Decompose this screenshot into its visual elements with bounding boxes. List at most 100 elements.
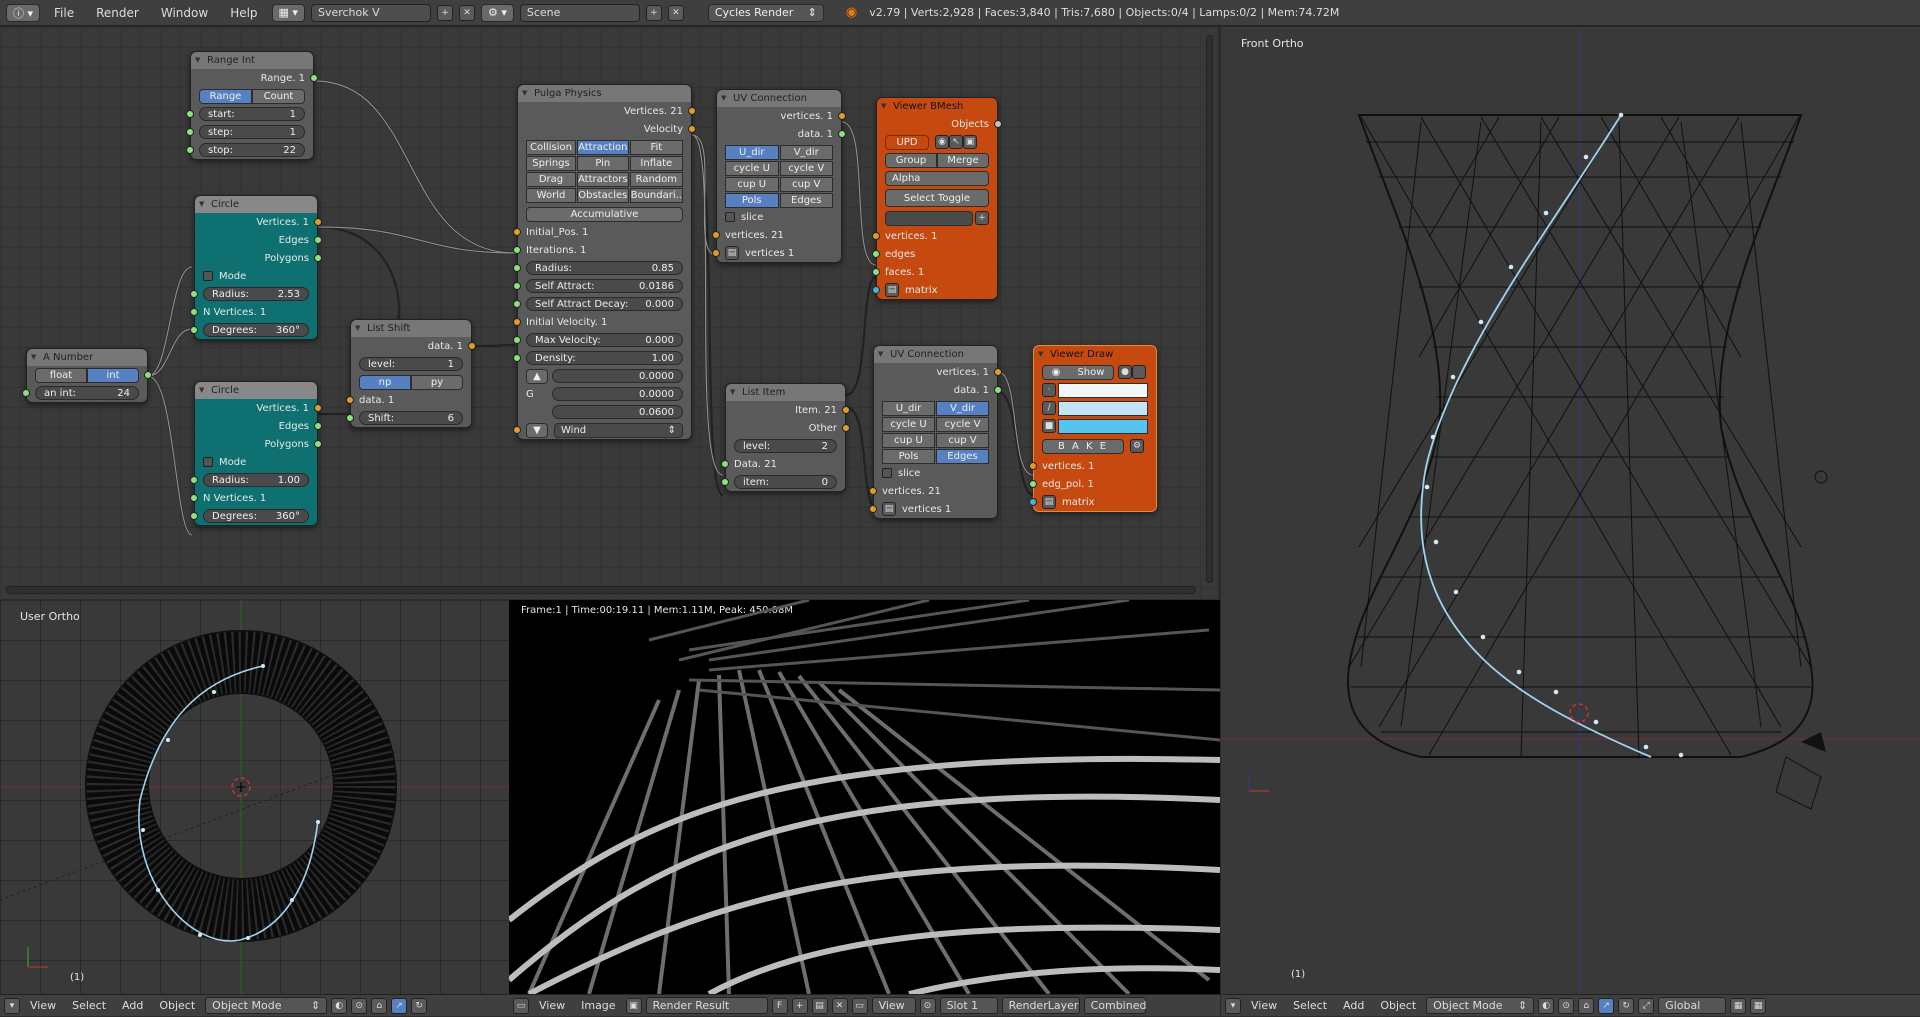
layout-icon[interactable]: ▦ ▾ [271, 3, 305, 22]
pulga-physics-node[interactable]: Pulga Physics Vertices. 21 Velocity Coll… [513, 84, 696, 440]
menu-object[interactable]: Object [153, 999, 201, 1012]
snap-icon[interactable]: ⌂ [1578, 997, 1595, 1014]
max-velocity-field[interactable]: Max Velocity: 0.000 [526, 333, 683, 347]
input-socket[interactable] [190, 326, 198, 334]
fit-toggle[interactable]: Fit [629, 140, 683, 155]
output-socket[interactable] [310, 74, 318, 82]
add-scene-icon[interactable]: + [645, 4, 662, 21]
input-socket[interactable] [190, 476, 198, 484]
np-button[interactable]: np [359, 374, 411, 390]
input-socket[interactable] [190, 512, 198, 520]
menu-select[interactable]: Select [1287, 999, 1333, 1012]
vector-z-field[interactable]: 0.0600 [552, 405, 683, 419]
close-image-icon[interactable]: ✕ [831, 997, 848, 1014]
add-layout-icon[interactable]: + [436, 4, 453, 21]
input-socket[interactable] [190, 290, 198, 298]
info-editor-button[interactable]: ⓘ ▾ [6, 3, 41, 22]
input-socket[interactable] [872, 250, 880, 258]
u-dir-button[interactable]: U_dir [725, 145, 779, 160]
attraction-toggle[interactable]: Attraction [577, 140, 629, 155]
scale-icon[interactable]: ⤢ [1638, 997, 1655, 1014]
image-browse-icon[interactable]: ▣ [625, 997, 642, 1014]
output-socket[interactable] [314, 218, 322, 226]
output-socket[interactable] [314, 422, 322, 430]
option-icon[interactable] [1132, 365, 1146, 379]
wind-select[interactable]: Wind ⇕ [554, 422, 683, 438]
image-name-field[interactable]: Render Result [645, 997, 768, 1014]
bake-button[interactable]: B A K E [1042, 438, 1124, 454]
range-mode-button[interactable]: Range [199, 88, 252, 104]
shading-icon[interactable]: ◐ [331, 997, 348, 1014]
editor-type-icon[interactable]: ▭ [513, 997, 529, 1014]
attractors-toggle[interactable]: Attractors [577, 172, 629, 187]
pivot-icon[interactable]: ⊙ [351, 997, 368, 1014]
world-toggle[interactable]: World [526, 188, 576, 203]
item-field[interactable]: item: 0 [734, 475, 837, 489]
vertex-color-swatch[interactable] [1058, 382, 1148, 398]
vector-y-field[interactable]: 0.0000 [552, 387, 683, 401]
output-socket[interactable] [842, 424, 850, 432]
input-socket[interactable] [1029, 480, 1037, 488]
input-socket[interactable] [186, 146, 194, 154]
v-dir-button[interactable]: V_dir [936, 401, 989, 416]
menu-object[interactable]: Object [1374, 999, 1422, 1012]
cup-u-button[interactable]: cup U [725, 177, 779, 192]
output-socket[interactable] [314, 254, 322, 262]
editor-type-icon[interactable]: ▾ [1225, 997, 1241, 1014]
an-int-field[interactable]: an int: 24 [35, 386, 139, 400]
alpha-field[interactable]: Alpha [885, 170, 989, 186]
screen-layout-field[interactable]: Sverchok V [310, 3, 431, 22]
input-socket[interactable] [186, 128, 194, 136]
slice-checkbox[interactable] [725, 212, 735, 222]
input-socket[interactable] [712, 249, 720, 257]
a-number-node[interactable]: A Number floatint an int:24 [22, 348, 152, 403]
random-toggle[interactable]: Random [629, 172, 683, 187]
cup-v-button[interactable]: cup V [936, 433, 989, 448]
pivot-icon[interactable]: ⊙ [1558, 997, 1575, 1014]
front-ortho-viewport[interactable]: Front Ortho (1) [1221, 27, 1920, 994]
mode-checkbox[interactable] [203, 271, 213, 281]
remove-scene-icon[interactable]: ✕ [667, 4, 684, 21]
input-socket[interactable] [1029, 462, 1037, 470]
pivot-icon[interactable]: ⊙ [919, 997, 936, 1014]
accumulative-button[interactable]: Accumulative [526, 206, 683, 222]
merge-button[interactable]: Merge [937, 152, 989, 168]
horizontal-scrollbar[interactable] [6, 586, 1196, 594]
radius-field[interactable]: Radius: 0.85 [526, 261, 683, 275]
add-icon[interactable]: + [975, 211, 989, 225]
camera-icon[interactable]: ▣ [963, 135, 977, 149]
inflate-toggle[interactable]: Inflate [629, 156, 683, 171]
menu-image[interactable]: Image [575, 999, 621, 1012]
group-button[interactable]: Group [885, 152, 937, 168]
input-socket[interactable] [346, 414, 354, 422]
output-socket[interactable] [468, 342, 476, 350]
menu-view[interactable]: View [533, 999, 571, 1012]
input-socket[interactable] [712, 231, 720, 239]
settings-icon[interactable]: ⚙ [1130, 439, 1144, 453]
output-socket[interactable] [838, 130, 846, 138]
menu-file[interactable]: File [46, 6, 82, 20]
list-item-node[interactable]: List Item Item. 21 Other level:2 Data. 2… [721, 383, 850, 492]
input-socket[interactable] [872, 232, 880, 240]
view-select[interactable]: View [871, 997, 916, 1014]
input-socket[interactable] [22, 389, 30, 397]
output-socket[interactable] [842, 406, 850, 414]
input-socket[interactable] [186, 110, 194, 118]
u-dir-button[interactable]: U_dir [882, 401, 935, 416]
input-socket[interactable] [513, 282, 521, 290]
manipulator-icon[interactable]: ↗ [391, 997, 408, 1014]
view-mode-icon[interactable]: ▭ [851, 997, 868, 1014]
input-socket[interactable] [872, 286, 880, 294]
manipulator-icon[interactable]: ↗ [1598, 997, 1615, 1014]
mode-checkbox[interactable] [203, 457, 213, 467]
list-shift-node[interactable]: List Shift data. 1 level:1 nppy data. 1 … [346, 319, 476, 428]
rotate-icon[interactable]: ↻ [411, 997, 428, 1014]
py-button[interactable]: py [411, 374, 463, 390]
step-field[interactable]: step: 1 [199, 125, 305, 139]
vector-x-field[interactable]: 0.0000 [552, 369, 683, 383]
output-socket[interactable] [314, 404, 322, 412]
output-socket[interactable] [994, 120, 1002, 128]
edges-button[interactable]: Edges [936, 449, 989, 464]
cycle-v-button[interactable]: cycle V [779, 161, 833, 176]
count-mode-button[interactable]: Count [252, 88, 305, 104]
